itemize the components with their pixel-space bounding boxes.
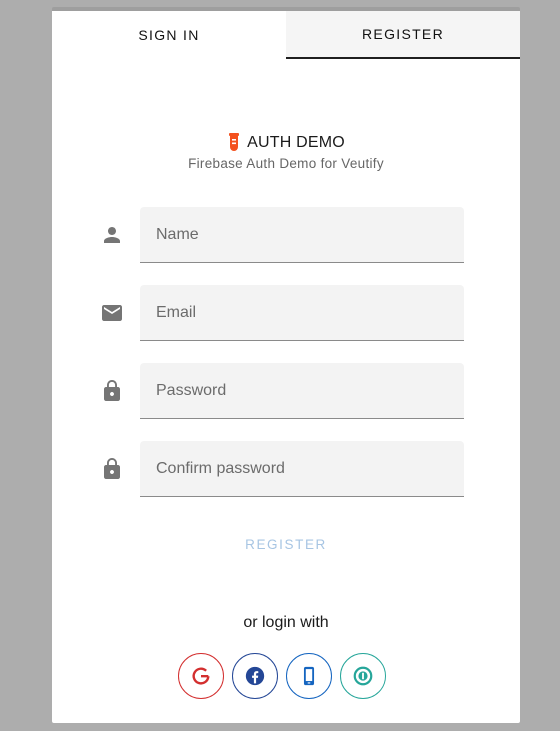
tab-sign-in[interactable]: SIGN IN — [52, 11, 286, 59]
person-icon — [104, 227, 120, 243]
confirm-password-row — [52, 441, 520, 497]
email-row — [52, 285, 520, 341]
brand-subtitle: Firebase Auth Demo for Veutify — [188, 156, 384, 171]
brand-title-text: AUTH DEMO — [247, 134, 345, 151]
confirm-password-field — [140, 441, 464, 497]
phone-icon — [303, 666, 315, 686]
register-button-wrap: REGISTER — [52, 537, 520, 552]
email-icon — [102, 305, 122, 321]
test-tube-icon — [229, 133, 240, 151]
brand-title: AUTH DEMO — [52, 133, 520, 153]
anonymous-icon — [353, 666, 373, 686]
register-button[interactable]: REGISTER — [229, 529, 343, 560]
facebook-login-button[interactable] — [232, 653, 278, 699]
password-input[interactable] — [140, 363, 464, 418]
anonymous-login-button[interactable] — [340, 653, 386, 699]
or-login-with-text: or login with — [243, 614, 329, 631]
tab-bar: SIGN IN REGISTER — [52, 11, 520, 59]
google-login-button[interactable] — [178, 653, 224, 699]
name-field — [140, 207, 464, 263]
email-field — [140, 285, 464, 341]
lock-icon — [104, 458, 120, 479]
name-input[interactable] — [140, 207, 464, 262]
lock-icon — [104, 380, 120, 401]
name-row — [52, 207, 520, 263]
social-login-group — [178, 653, 386, 699]
brand: AUTH DEMO Firebase Auth Demo for Veutify — [52, 133, 520, 171]
email-input[interactable] — [140, 285, 464, 340]
password-field — [140, 363, 464, 419]
auth-card: SIGN IN REGISTER AUTH DEMO Firebase Auth… — [52, 7, 520, 723]
google-icon — [192, 667, 210, 685]
password-row — [52, 363, 520, 419]
phone-login-button[interactable] — [286, 653, 332, 699]
confirm-password-input[interactable] — [140, 441, 464, 496]
tab-register[interactable]: REGISTER — [286, 11, 520, 59]
facebook-icon — [245, 666, 265, 686]
